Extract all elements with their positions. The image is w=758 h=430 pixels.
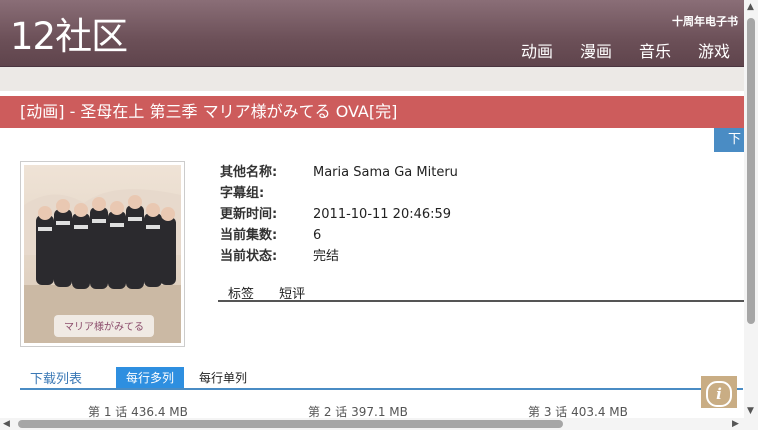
- nav-manga[interactable]: 漫画: [580, 38, 612, 62]
- tab-tags[interactable]: 标签: [228, 283, 254, 302]
- info-row-updated: 更新时间: 2011-10-11 20:46:59: [220, 206, 458, 227]
- scroll-right-icon[interactable]: ▶: [732, 419, 739, 429]
- download-list-header: 下载列表 每行多列 每行单列: [20, 366, 743, 390]
- info-label: 其他名称:: [220, 165, 278, 180]
- horizontal-scroll-thumb[interactable]: [18, 420, 563, 428]
- site-header: 12社区 十周年电子书 动画 漫画 音乐 游戏: [0, 0, 744, 67]
- info-row-episodes: 当前集数: 6: [220, 227, 458, 248]
- main-nav: 动画 漫画 音乐 游戏: [521, 38, 730, 62]
- info-value: 6: [313, 228, 322, 243]
- download-button[interactable]: 下: [714, 128, 744, 152]
- nav-games[interactable]: 游戏: [698, 38, 730, 62]
- episode-size: 436.4 MB: [131, 405, 188, 419]
- info-value: 2011-10-11 20:46:59: [313, 207, 452, 222]
- site-logo[interactable]: 12社区: [10, 14, 128, 60]
- page-title: [动画] - 圣母在上 第三季 マリア様がみてる OVA[完]: [0, 96, 744, 128]
- info-value: 完结: [313, 249, 340, 264]
- episode-size: 403.4 MB: [571, 405, 628, 419]
- info-label: 字幕组:: [220, 186, 265, 201]
- scroll-up-icon[interactable]: ▲: [747, 2, 754, 12]
- info-button[interactable]: i: [701, 376, 737, 408]
- info-value: Maria Sama Ga Miteru: [313, 165, 458, 180]
- anime-info: 其他名称: Maria Sama Ga Miteru 字幕组: 更新时间: 20…: [220, 164, 458, 269]
- scroll-down-icon[interactable]: ▼: [747, 406, 754, 416]
- mode-single-column-button[interactable]: 每行单列: [199, 369, 247, 386]
- nav-anime[interactable]: 动画: [521, 38, 553, 62]
- info-row-status: 当前状态: 完结: [220, 248, 458, 269]
- vertical-scrollbar[interactable]: ▲ ▼: [744, 0, 758, 430]
- info-tabs: 标签 短评: [218, 283, 744, 302]
- mode-multi-column-button[interactable]: 每行多列: [116, 367, 185, 388]
- info-label: 当前状态:: [220, 249, 278, 264]
- info-row-subgroup: 字幕组:: [220, 185, 458, 206]
- episode-name: 第 2 话: [308, 405, 348, 419]
- vertical-scroll-thumb[interactable]: [747, 18, 755, 324]
- info-icon: i: [706, 381, 732, 407]
- nav-music[interactable]: 音乐: [639, 38, 671, 62]
- sub-bar: [0, 67, 744, 91]
- cover-logo-text: マリア様がみてる: [64, 320, 144, 333]
- info-row-alias: 其他名称: Maria Sama Ga Miteru: [220, 164, 458, 185]
- episode-name: 第 3 话: [528, 405, 568, 419]
- episode-name: 第 1 话: [88, 405, 128, 419]
- tab-reviews[interactable]: 短评: [279, 283, 305, 302]
- info-label: 当前集数:: [220, 228, 278, 243]
- scroll-left-icon[interactable]: ◀: [3, 419, 10, 429]
- cover-artwork: マリア様がみてる: [24, 165, 181, 343]
- episode-size: 397.1 MB: [351, 405, 408, 419]
- download-list-title[interactable]: 下载列表: [30, 368, 82, 387]
- info-label: 更新时间:: [220, 207, 278, 222]
- ebook-link[interactable]: 十周年电子书: [672, 13, 738, 29]
- cover-image[interactable]: マリア様がみてる: [20, 161, 185, 347]
- horizontal-scrollbar[interactable]: ◀ ▶: [0, 418, 744, 430]
